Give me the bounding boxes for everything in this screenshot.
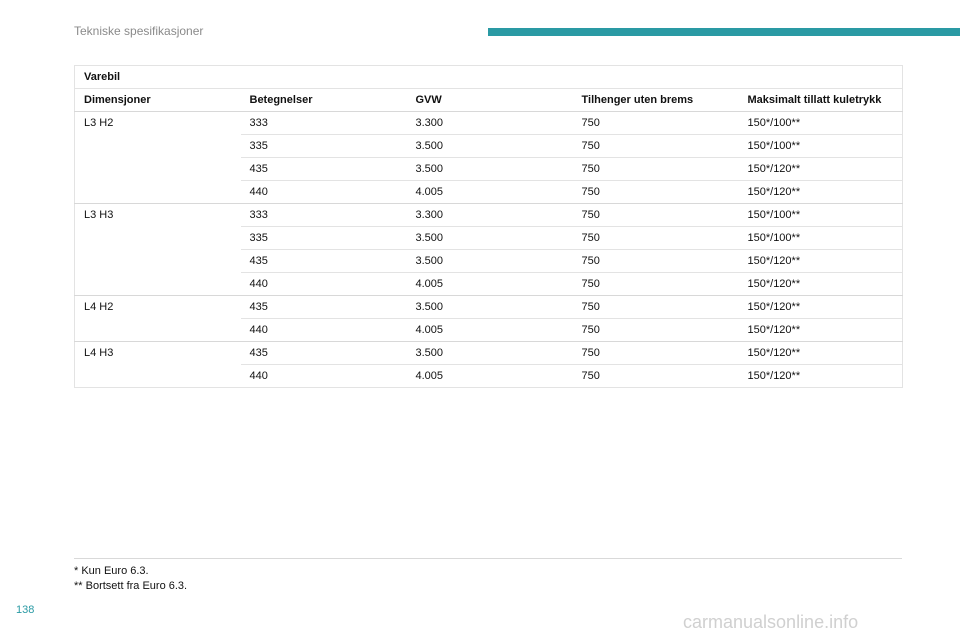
table-row: L3 H2 333 3.300 750 150*/100** xyxy=(74,111,903,204)
table-cell: 440 xyxy=(240,180,407,204)
table-cell: 335 xyxy=(240,226,407,250)
table-cell: 150*/120** xyxy=(738,318,903,342)
table-cell: 150*/120** xyxy=(738,157,903,181)
table-cell: 440 xyxy=(240,318,407,342)
table-cell: 4.005 xyxy=(406,272,573,296)
table-cell: 333 xyxy=(240,203,407,227)
dimension-cell: L3 H3 xyxy=(74,203,241,296)
table-title-row: Varebil xyxy=(73,65,904,89)
table-cell: 750 xyxy=(572,318,739,342)
spec-table: Varebil Dimensjoner Betegnelser GVW Tilh… xyxy=(73,65,904,388)
page-number: 138 xyxy=(16,604,35,616)
table-cell: 150*/100** xyxy=(738,226,903,250)
footnote: ** Bortsett fra Euro 6.3. xyxy=(74,580,188,592)
footnote: * Kun Euro 6.3. xyxy=(74,565,149,577)
table-cell: 750 xyxy=(572,272,739,296)
table-cell: 750 xyxy=(572,134,739,158)
table-cell: 3.500 xyxy=(406,295,573,319)
table-cell: 750 xyxy=(572,249,739,273)
table-cell: 150*/120** xyxy=(738,341,903,365)
table-cell: 150*/120** xyxy=(738,272,903,296)
table-cell: 150*/120** xyxy=(738,295,903,319)
table-cell: 3.500 xyxy=(406,341,573,365)
table-cell: 435 xyxy=(240,157,407,181)
table-cell: 750 xyxy=(572,111,739,135)
table-cell: 750 xyxy=(572,364,739,388)
header-accent-bar xyxy=(488,28,960,36)
column-header: GVW xyxy=(406,88,573,112)
table-cell: 750 xyxy=(572,341,739,365)
table-cell: 3.500 xyxy=(406,249,573,273)
table-cell: 750 xyxy=(572,295,739,319)
table-cell: 333 xyxy=(240,111,407,135)
table-header-row: Dimensjoner Betegnelser GVW Tilhenger ut… xyxy=(74,88,903,112)
spec-table-container: Varebil Dimensjoner Betegnelser GVW Tilh… xyxy=(73,65,904,388)
table-cell: 150*/120** xyxy=(738,249,903,273)
table-body: L3 H2 333 3.300 750 150*/100** 335 3.500 750 150… xyxy=(74,111,903,388)
table-cell: 335 xyxy=(240,134,407,158)
table-cell: 435 xyxy=(240,249,407,273)
column-header: Tilhenger uten brems xyxy=(572,88,739,112)
table-cell: 4.005 xyxy=(406,180,573,204)
table-row: L4 H3 435 3.500 750 150*/120** xyxy=(74,341,903,388)
table-cell: 150*/100** xyxy=(738,203,903,227)
table-cell: 750 xyxy=(572,203,739,227)
dimension-cell: L4 H3 xyxy=(74,341,241,388)
table-cell: 3.500 xyxy=(406,157,573,181)
table-cell: 150*/120** xyxy=(738,180,903,204)
table-cell: 750 xyxy=(572,226,739,250)
table-title: Varebil xyxy=(73,65,904,89)
table-cell: 440 xyxy=(240,272,407,296)
footnotes: * Kun Euro 6.3. ** Bortsett fra Euro 6.3… xyxy=(74,564,187,594)
footnote-divider xyxy=(74,558,902,559)
section-title: Tekniske spesifikasjoner xyxy=(74,24,204,38)
table-cell: 3.500 xyxy=(406,226,573,250)
table-row: L3 H3 333 3.300 750 150*/100** xyxy=(74,203,903,296)
table-cell: 750 xyxy=(572,180,739,204)
dimension-cell: L4 H2 xyxy=(74,295,241,342)
table-cell: 150*/100** xyxy=(738,111,903,135)
table-cell: 3.300 xyxy=(406,111,573,135)
table-cell: 440 xyxy=(240,364,407,388)
table-cell: 750 xyxy=(572,157,739,181)
column-header: Betegnelser xyxy=(240,88,407,112)
table-cell: 4.005 xyxy=(406,364,573,388)
column-header: Maksimalt tillatt kuletrykk xyxy=(738,88,903,112)
table-cell: 435 xyxy=(240,295,407,319)
table-cell: 4.005 xyxy=(406,318,573,342)
table-cell: 435 xyxy=(240,341,407,365)
table-row: L4 H2 435 3.500 750 150*/120** xyxy=(74,295,903,342)
dimension-cell: L3 H2 xyxy=(74,111,241,204)
table-cell: 150*/120** xyxy=(738,364,903,388)
table-cell: 150*/100** xyxy=(738,134,903,158)
watermark: carmanualsonline.info xyxy=(683,612,859,632)
column-header: Dimensjoner xyxy=(74,88,241,112)
table-cell: 3.300 xyxy=(406,203,573,227)
table-cell: 3.500 xyxy=(406,134,573,158)
